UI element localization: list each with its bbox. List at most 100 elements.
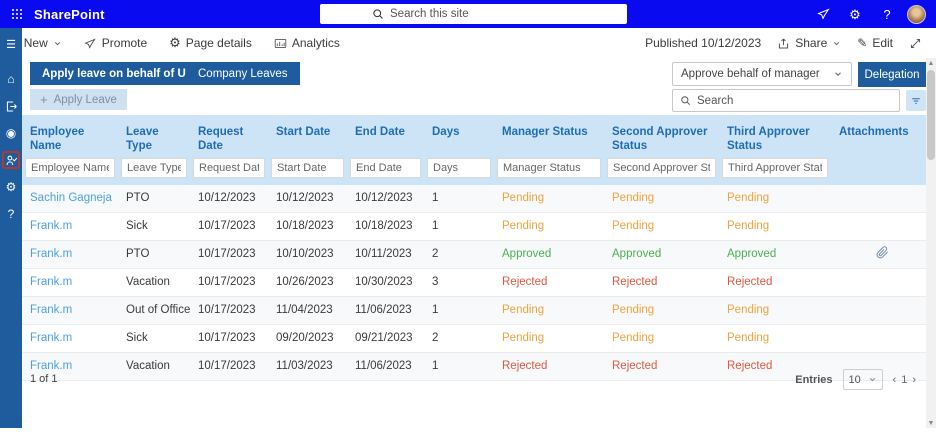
sidebar-approvals-icon-active[interactable] [2,151,20,169]
apply-leave-button[interactable]: + Apply Leave [30,89,127,110]
cell-text: 1 [432,192,438,204]
main-content: Apply leave on behalf of User Company Le… [22,58,926,435]
table-cell: 11/04/2023 [268,297,347,324]
table-cell: Out of Office [118,297,190,324]
employee-name-link[interactable]: Frank.m [30,276,72,288]
sidebar-menu-icon[interactable]: ☰ [2,36,20,54]
sidebar-recordings-icon[interactable]: ◉ [2,124,20,142]
delegation-button[interactable]: Delegation [858,62,926,87]
settings-gear-icon[interactable]: ⚙ [839,0,871,28]
pagination: ‹ 1 › [893,374,916,386]
vertical-scrollbar[interactable]: ▲ ▼ [926,58,936,428]
current-page-number[interactable]: 1 [901,374,907,386]
table-search-box[interactable] [672,89,900,112]
cell-text: 10/18/2023 [276,220,334,232]
scrollbar-thumb[interactable] [927,70,935,160]
help-icon[interactable]: ? [871,0,903,28]
cell-text: Vacation [126,276,170,288]
table-cell: 10/17/2023 [190,297,268,324]
sidebar-help-icon[interactable]: ? [2,205,20,223]
analytics-button[interactable]: Analytics [274,36,340,50]
entries-per-page-select[interactable]: 10 [843,369,883,390]
table-row[interactable]: Sachin GagnejaPTO10/12/202310/12/202310/… [22,185,926,213]
table-cell: 10/26/2023 [268,269,347,296]
scroll-down-arrow[interactable]: ▼ [926,418,936,428]
column-filter-input[interactable] [121,158,187,178]
chevron-down-icon [53,39,62,48]
share-button[interactable]: Share [777,36,841,50]
attachment-cell [831,325,926,352]
table-cell: 2 [424,325,494,352]
site-search-box[interactable]: Search this site [320,4,627,24]
share-icon [777,37,790,50]
table-row[interactable]: Frank.mPTO10/17/202310/10/202310/11/2023… [22,241,926,269]
next-page-button[interactable]: › [912,374,916,386]
table-cell: 1 [424,213,494,240]
employee-name-link[interactable]: Sachin Gagneja [30,192,112,204]
table-cell: Sick [118,325,190,352]
cell-text: Out of Office [126,304,190,316]
column-filter-input[interactable] [497,158,601,178]
column-filter-input[interactable] [25,158,115,178]
cell-text: 10/30/2023 [355,276,413,288]
app-launcher-button[interactable] [0,9,34,19]
status-cell: Pending [604,297,719,324]
status-text: Pending [612,192,654,204]
page-details-button[interactable]: ⚙ Page details [169,35,252,51]
table-body: Sachin GagnejaPTO10/12/202310/12/202310/… [22,185,926,381]
column-filter-input[interactable] [271,158,344,178]
entries-label: Entries [795,374,832,386]
status-text: Pending [727,304,769,316]
column-filter-input[interactable] [427,158,491,178]
published-status: Published 10/12/2023 [645,36,761,50]
table-row[interactable]: Frank.mVacation10/17/202310/26/202310/30… [22,269,926,297]
sidebar-sign-out-icon[interactable] [2,97,20,115]
employee-name-link[interactable]: Frank.m [30,304,72,316]
employee-name-link[interactable]: Frank.m [30,332,72,344]
user-avatar[interactable] [907,5,926,24]
company-leaves-button[interactable]: Company Leaves [186,62,300,85]
filter-cell [424,156,494,178]
column-filter-input[interactable] [350,158,421,178]
approver-mode-dropdown[interactable]: Approve behalf of manager [672,62,852,86]
paperclip-icon[interactable] [876,246,889,262]
column-filter-input[interactable] [722,158,828,178]
promote-button[interactable]: Promote [84,36,147,50]
status-text: Pending [502,220,544,232]
status-text: Approved [727,248,776,260]
table-row[interactable]: Frank.m Out of Office10/17/202311/04/2023… [22,297,926,325]
table-search-input[interactable] [697,95,847,107]
filter-cell [268,156,347,178]
scroll-up-arrow[interactable]: ▲ [926,58,936,68]
column-filter-input[interactable] [193,158,265,178]
sort-filter-button[interactable] [906,90,926,111]
promote-icon [84,37,97,50]
employee-name-cell: Frank.m [22,269,118,296]
employee-name-link[interactable]: Frank.m [30,248,72,260]
status-cell: Rejected [494,269,604,296]
status-text: Pending [727,192,769,204]
status-text: Pending [502,332,544,344]
status-cell: Pending [719,325,831,352]
sidebar-settings-icon[interactable]: ⚙ [2,178,20,196]
table-cell: 1 [424,297,494,324]
feedback-megaphone-icon[interactable] [807,0,839,28]
status-cell: Pending [719,297,831,324]
prev-page-button[interactable]: ‹ [893,374,897,386]
table-row[interactable]: Frank.mSick10/17/202310/18/202310/18/202… [22,213,926,241]
table-cell: 10/17/2023 [190,241,268,268]
table-cell: Vacation [118,269,190,296]
expand-button[interactable] [909,37,922,50]
cell-text: 10/18/2023 [355,220,413,232]
column-filter-input[interactable] [607,158,716,178]
cell-text: 11/06/2023 [355,304,412,316]
expand-icon [909,37,922,50]
sidebar-home-icon[interactable]: ⌂ [2,70,20,88]
table-cell: Sick [118,213,190,240]
status-cell: Pending [604,325,719,352]
filter-cell [190,156,268,178]
employee-name-link[interactable]: Frank.m [30,220,72,232]
status-cell: Pending [604,185,719,212]
table-row[interactable]: Frank.mSick10/17/202309/20/202309/21/202… [22,325,926,353]
edit-button[interactable]: ✎ Edit [857,36,893,50]
